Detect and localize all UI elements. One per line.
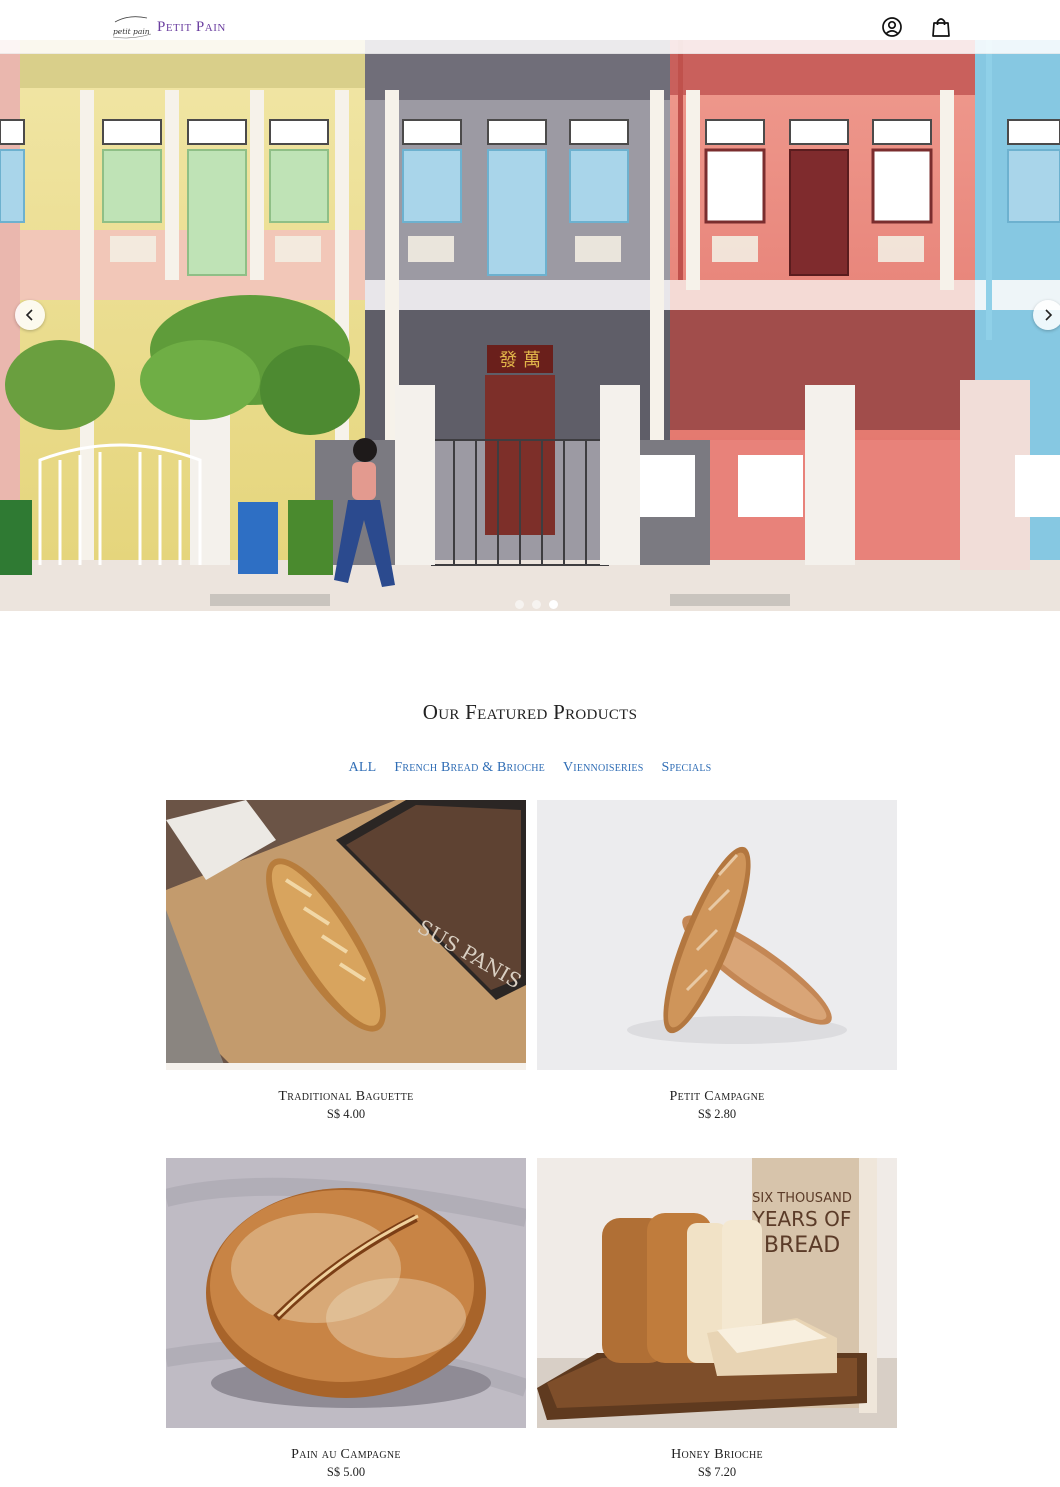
svg-text:YEARS OF: YEARS OF [752,1207,852,1231]
cart-icon [932,18,950,37]
product-card[interactable]: Petit Campagne S$ 2.80 [537,800,897,1122]
logo-link[interactable]: petit pain Petit Pain [111,10,226,44]
product-name: Pain au Campagne [291,1447,401,1462]
product-image-petit-campagne [537,800,897,1070]
chevron-right-icon [1045,309,1053,321]
product-name: Honey Brioche [671,1447,763,1462]
product-image-traditional-baguette: SUS PANIS [166,800,526,1070]
featured-section-title: Our Featured Products [422,700,638,724]
carousel-dot[interactable] [532,600,541,609]
filter-viennoiseries[interactable]: Viennoiseries [563,760,643,776]
carousel-dot-active[interactable] [549,600,558,609]
carousel-dot[interactable] [515,600,524,609]
carousel-next-button[interactable] [1033,300,1060,330]
product-name: Petit Campagne [669,1089,765,1104]
svg-text:petit pain: petit pain [113,27,150,36]
account-button[interactable] [877,12,907,42]
site-header: petit pain Petit Pain [0,0,1060,54]
chevron-left-icon [25,309,33,321]
filter-all[interactable]: ALL [349,760,377,776]
logo-mark: petit pain [112,16,152,39]
product-image-pain-au-campagne [166,1158,526,1428]
svg-text:SIX THOUSAND: SIX THOUSAND [752,1191,852,1206]
product-card[interactable]: SUS PANIS Traditional Baguette S$ 4.00 [166,800,526,1122]
hero-carousel: 發 萬 [0,0,1060,611]
product-name: Traditional Baguette [278,1089,414,1104]
account-icon [882,17,902,37]
hero-signboard: 發 萬 [499,350,541,371]
carousel-prev-button[interactable] [15,300,45,330]
product-image-honey-brioche: SIX THOUSAND YEARS OF BREAD [537,1158,897,1428]
filter-french-bread-brioche[interactable]: French Bread & Brioche [394,760,545,776]
filter-specials[interactable]: Specials [661,760,711,776]
product-price: S$ 4.00 [326,1107,366,1121]
carousel-dots [515,600,558,609]
product-card[interactable]: SIX THOUSAND YEARS OF BREAD Honey Brioch… [537,1158,897,1480]
product-price: S$ 7.20 [697,1465,737,1479]
product-card[interactable]: Pain au Campagne S$ 5.00 [166,1158,526,1480]
cart-button[interactable] [926,12,956,42]
category-filter-tabs: ALL French Bread & Brioche Viennoiseries… [0,760,1060,776]
product-price: S$ 2.80 [697,1107,737,1121]
svg-text:BREAD: BREAD [764,1233,840,1258]
hero-image-shophouses: 發 萬 [0,40,1060,611]
brand-name: Petit Pain [157,18,226,35]
product-price: S$ 5.00 [326,1465,366,1479]
